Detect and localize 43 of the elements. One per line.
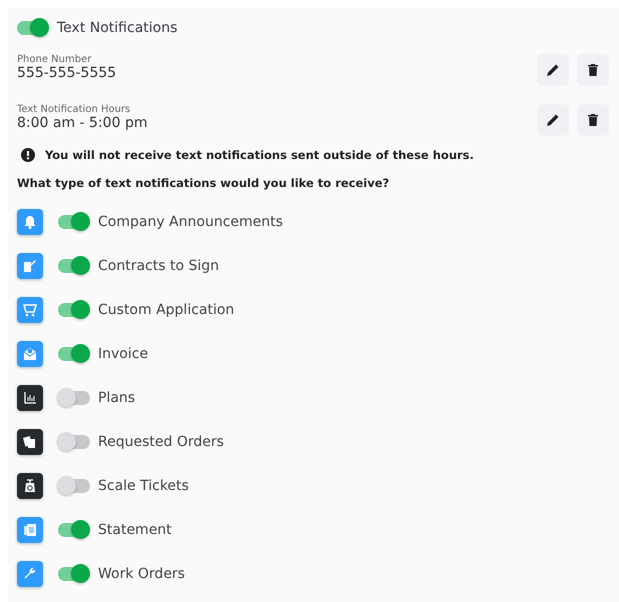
delete-button[interactable] [577,54,609,86]
notification-label: Requested Orders [98,434,224,450]
field-label: Phone Number [17,54,92,64]
edit-button[interactable] [537,54,569,86]
notification-label: Invoice [98,346,148,362]
pencil-icon [545,112,561,128]
scale-icon [22,478,38,494]
notification-label: Contracts to Sign [98,258,220,274]
notification-label: Custom Application [98,302,234,318]
toggle-switch[interactable] [58,567,90,581]
toggle-switch[interactable] [58,435,90,449]
warning-text: You will not receive text notifications sent outside of these hours. [45,148,474,162]
edit-button[interactable] [537,104,569,136]
notification-label: Plans [98,390,136,406]
notification-label: Company Announcements [98,214,283,230]
delete-button[interactable] [577,104,609,136]
toggle-switch[interactable] [17,21,49,35]
toggle-switch[interactable] [58,479,90,493]
chart-icon [22,390,38,406]
toggle-switch[interactable] [58,215,90,229]
document-pen-icon [22,258,38,274]
envelope-icon [22,346,38,362]
documents-icon [22,434,38,450]
document-icon [22,522,38,538]
exclamation-icon [21,148,35,162]
bell-icon [22,214,38,230]
toggle-switch[interactable] [58,523,90,537]
question-text: What type of text notifications would you like to receive? [17,176,390,190]
trash-icon [585,112,601,128]
cart-icon [22,302,38,318]
field-label: Text Notification Hours [17,104,132,114]
field-value: 555-555-5555 [17,64,116,80]
notification-label: Statement [98,522,172,538]
trash-icon [585,62,601,78]
pencil-icon [545,62,561,78]
notification-label: Work Orders [98,566,185,582]
toggle-switch[interactable] [58,303,90,317]
section-title: Text Notifications [57,20,178,36]
toggle-switch[interactable] [58,391,90,405]
notification-label: Scale Tickets [98,478,189,494]
toggle-switch[interactable] [58,259,90,273]
field-value: 8:00 am - 5:00 pm [17,114,148,130]
toggle-switch[interactable] [58,347,90,361]
